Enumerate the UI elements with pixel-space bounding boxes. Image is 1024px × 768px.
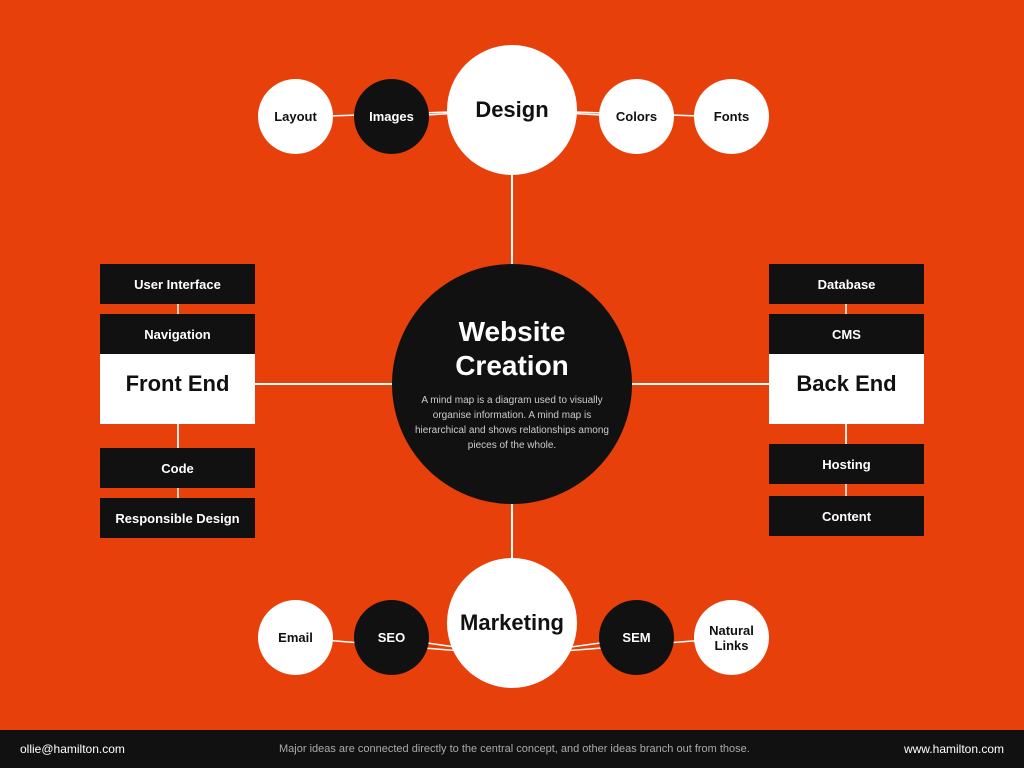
center-node: WebsiteCreation A mind map is a diagram … <box>392 264 632 504</box>
cms-node: CMS <box>769 314 924 354</box>
code-node: Code <box>100 448 255 488</box>
marketing-label: Marketing <box>460 610 564 636</box>
seo-node: SEO <box>354 600 429 675</box>
navigation-node: Navigation <box>100 314 255 354</box>
center-description: A mind map is a diagram used to visually… <box>392 393 632 453</box>
natural-links-node: Natural Links <box>694 600 769 675</box>
front-end-node: Front End <box>100 344 255 424</box>
center-title: WebsiteCreation <box>455 315 569 382</box>
back-end-label: Back End <box>796 371 896 397</box>
responsible-design-node: Responsible Design <box>100 498 255 538</box>
email-node: Email <box>258 600 333 675</box>
front-end-label: Front End <box>126 371 230 397</box>
database-node: Database <box>769 264 924 304</box>
content-node: Content <box>769 496 924 536</box>
user-interface-node: User Interface <box>100 264 255 304</box>
back-end-node: Back End <box>769 344 924 424</box>
footer-email: ollie@hamilton.com <box>20 742 125 756</box>
marketing-node: Marketing <box>447 558 577 688</box>
sem-node: SEM <box>599 600 674 675</box>
footer: ollie@hamilton.com Major ideas are conne… <box>0 730 1024 768</box>
design-node: Design <box>447 45 577 175</box>
fonts-node: Fonts <box>694 79 769 154</box>
hosting-node: Hosting <box>769 444 924 484</box>
design-label: Design <box>475 97 548 123</box>
images-node: Images <box>354 79 429 154</box>
layout-node: Layout <box>258 79 333 154</box>
colors-node: Colors <box>599 79 674 154</box>
footer-website: www.hamilton.com <box>904 742 1004 756</box>
footer-caption: Major ideas are connected directly to th… <box>279 743 750 755</box>
